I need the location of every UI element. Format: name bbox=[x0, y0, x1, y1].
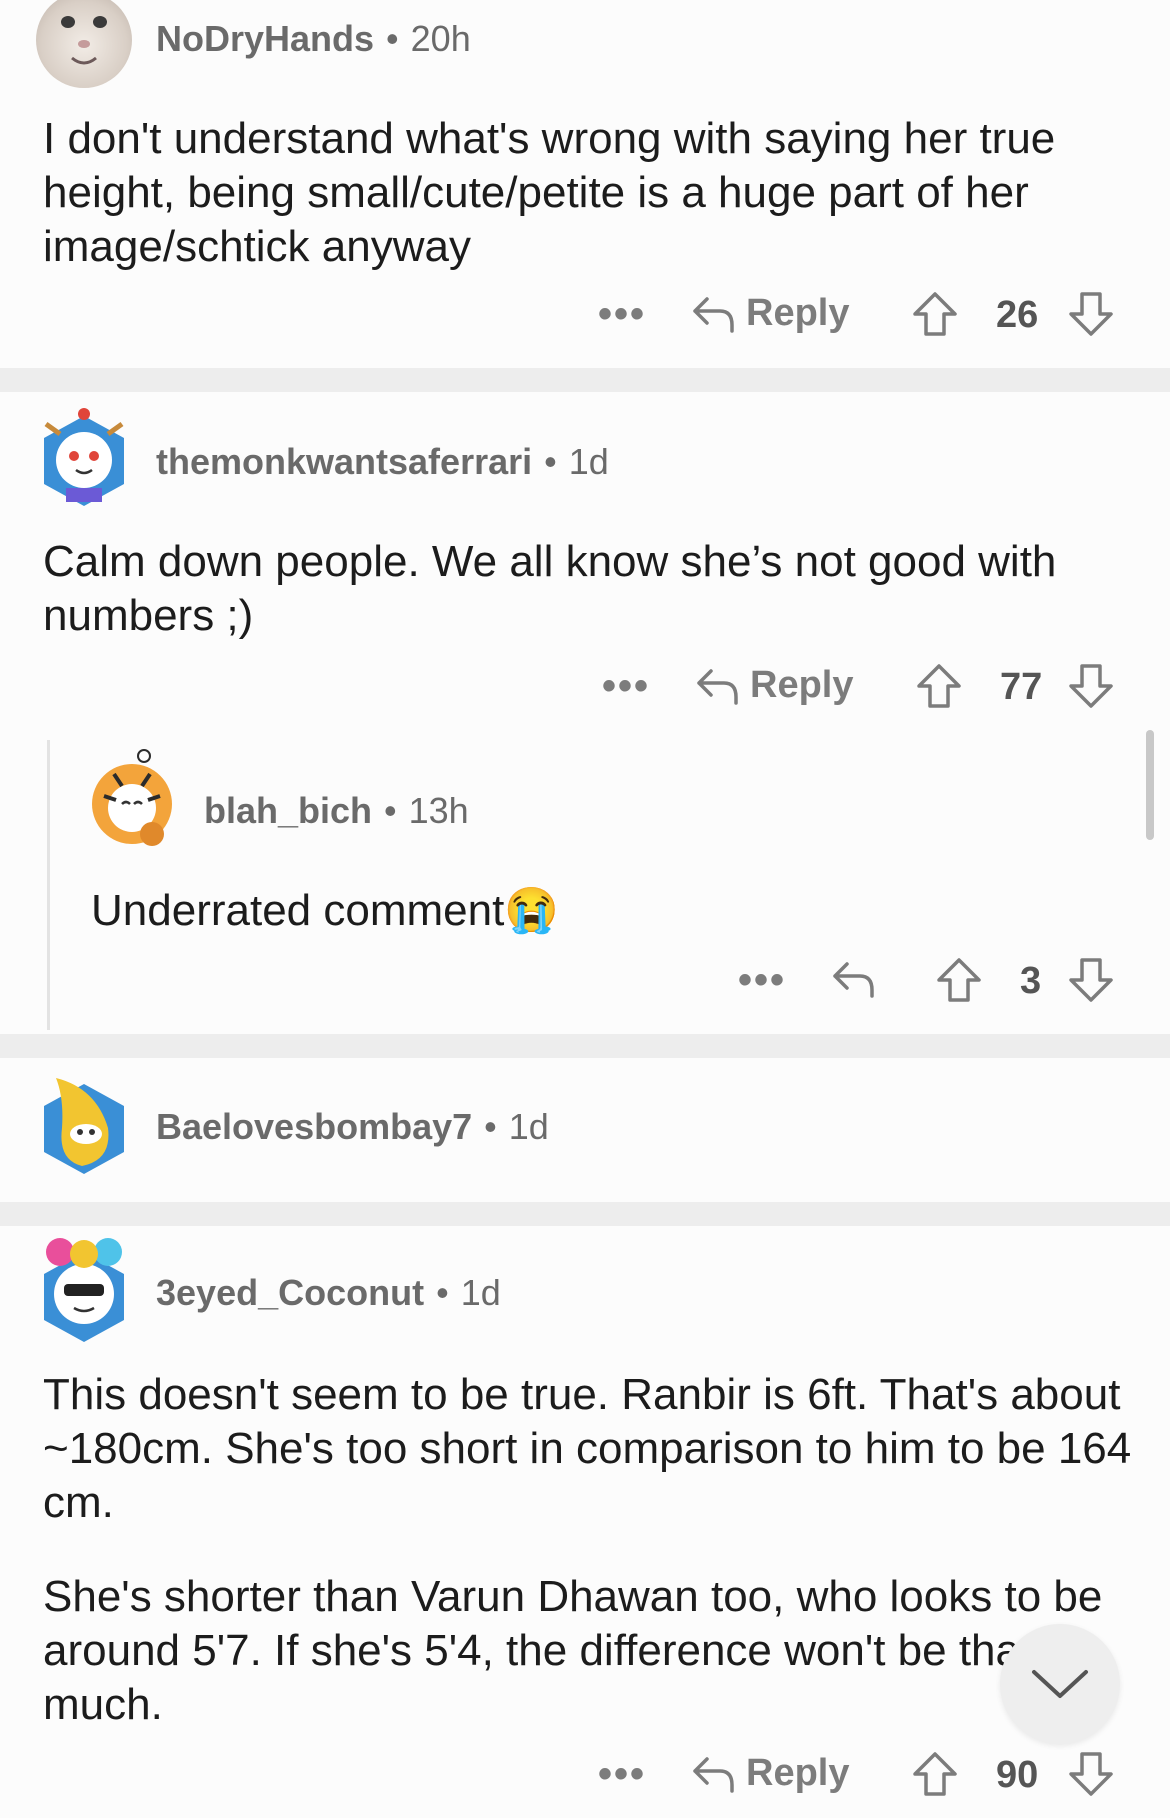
crying-emoji: 😭 bbox=[504, 886, 560, 935]
downvote-button[interactable] bbox=[1068, 662, 1114, 710]
score: 26 bbox=[996, 294, 1039, 336]
meta-separator: • bbox=[544, 441, 557, 482]
more-options-button[interactable]: ••• bbox=[598, 292, 646, 337]
downvote-button[interactable] bbox=[1068, 290, 1114, 338]
avatar-nodryhands[interactable] bbox=[36, 0, 132, 88]
reply-label: Reply bbox=[750, 664, 854, 706]
comment-paragraph: Underrated comment😭 bbox=[91, 884, 1170, 938]
upvote-button[interactable] bbox=[912, 1750, 958, 1798]
comment-paragraph: This doesn't seem to be true. Ranbir is … bbox=[43, 1370, 1132, 1527]
username[interactable]: themonkwantsaferrari bbox=[156, 441, 532, 482]
tiger-avatar-icon bbox=[92, 749, 172, 846]
score: 3 bbox=[1020, 960, 1042, 1002]
comment-meta: Baelovesbombay7 • 1d bbox=[156, 1106, 549, 1148]
timestamp: 13h bbox=[408, 790, 469, 831]
downvote-arrow-icon bbox=[1069, 958, 1113, 1002]
reply-arrow-icon bbox=[693, 1756, 734, 1793]
upvote-arrow-icon bbox=[917, 664, 961, 708]
timestamp: 1d bbox=[508, 1106, 549, 1147]
username[interactable]: NoDryHands bbox=[156, 18, 374, 59]
avatar-3eyed-coconut[interactable] bbox=[36, 1232, 132, 1344]
timestamp: 1d bbox=[460, 1272, 501, 1313]
comment-meta: themonkwantsaferrari • 1d bbox=[156, 441, 609, 483]
username[interactable]: Baelovesbombay7 bbox=[156, 1106, 472, 1147]
upvote-arrow-icon bbox=[937, 958, 981, 1002]
comment-body: I don't understand what's wrong with say… bbox=[43, 112, 1133, 274]
avatar-blah-bich[interactable] bbox=[84, 746, 180, 856]
reply-label: Reply bbox=[746, 1752, 850, 1794]
comment-meta: 3eyed_Coconut • 1d bbox=[156, 1272, 501, 1314]
comment-body: This doesn't seem to be true. Ranbir is … bbox=[43, 1368, 1133, 1732]
comment-separator bbox=[0, 368, 1170, 392]
reply-button[interactable] bbox=[830, 958, 876, 1000]
meta-separator: • bbox=[436, 1272, 449, 1313]
comment-paragraph: She's shorter than Varun Dhawan too, who… bbox=[43, 1572, 1103, 1729]
comment-body: Calm down people. We all know she’s not … bbox=[43, 535, 1133, 643]
comment-meta: NoDryHands • 20h bbox=[156, 18, 471, 60]
upvote-button[interactable] bbox=[936, 956, 982, 1004]
downvote-arrow-icon bbox=[1069, 292, 1113, 336]
chevron-down-icon bbox=[1032, 1670, 1088, 1698]
reply-button[interactable]: Reply bbox=[694, 664, 853, 707]
comment-body: Underrated comment😭 bbox=[91, 884, 1170, 938]
meta-separator: • bbox=[386, 18, 399, 59]
reply-arrow-icon bbox=[697, 668, 738, 705]
downvote-arrow-icon bbox=[1069, 1752, 1113, 1796]
jump-next-button[interactable] bbox=[1000, 1624, 1120, 1744]
snoo-avatar-icon bbox=[44, 408, 124, 506]
downvote-arrow-icon bbox=[1069, 664, 1113, 708]
upvote-arrow-icon bbox=[913, 292, 957, 336]
comment-paragraph: Calm down people. We all know she’s not … bbox=[43, 537, 1057, 640]
reply-button[interactable]: Reply bbox=[690, 1752, 849, 1795]
reply-label: Reply bbox=[746, 292, 850, 334]
username[interactable]: blah_bich bbox=[204, 790, 372, 831]
comment-paragraph: I don't understand what's wrong with say… bbox=[43, 114, 1056, 271]
reply-arrow-icon bbox=[693, 296, 734, 333]
score: 90 bbox=[996, 1754, 1039, 1796]
more-options-button[interactable]: ••• bbox=[738, 958, 786, 1003]
comment-text: Underrated comment bbox=[91, 886, 505, 935]
comment-separator bbox=[0, 1034, 1170, 1058]
reply-arrow-icon bbox=[833, 962, 874, 998]
avatar-baelovesbombay7[interactable] bbox=[36, 1068, 132, 1176]
meta-separator: • bbox=[484, 1106, 497, 1147]
timestamp: 20h bbox=[410, 18, 471, 59]
upvote-button[interactable] bbox=[916, 662, 962, 710]
thread-line[interactable] bbox=[47, 740, 50, 1030]
cat-face-icon bbox=[61, 16, 107, 65]
avatar-themonkwantsaferrari[interactable] bbox=[36, 404, 132, 508]
comment-meta: blah_bich • 13h bbox=[204, 790, 469, 832]
score: 77 bbox=[1000, 666, 1043, 708]
banana-avatar-icon bbox=[44, 1078, 124, 1174]
meta-separator: • bbox=[384, 790, 397, 831]
comment-separator bbox=[0, 1202, 1170, 1226]
more-options-button[interactable]: ••• bbox=[602, 664, 650, 709]
username[interactable]: 3eyed_Coconut bbox=[156, 1272, 424, 1313]
downvote-button[interactable] bbox=[1068, 1750, 1114, 1798]
snoo-sunglasses-avatar-icon bbox=[44, 1238, 124, 1342]
upvote-button[interactable] bbox=[912, 290, 958, 338]
timestamp: 1d bbox=[568, 441, 609, 482]
reply-button[interactable]: Reply bbox=[690, 292, 849, 335]
more-options-button[interactable]: ••• bbox=[598, 1752, 646, 1797]
upvote-arrow-icon bbox=[913, 1752, 957, 1796]
scrollbar[interactable] bbox=[1146, 730, 1154, 840]
downvote-button[interactable] bbox=[1068, 956, 1114, 1004]
